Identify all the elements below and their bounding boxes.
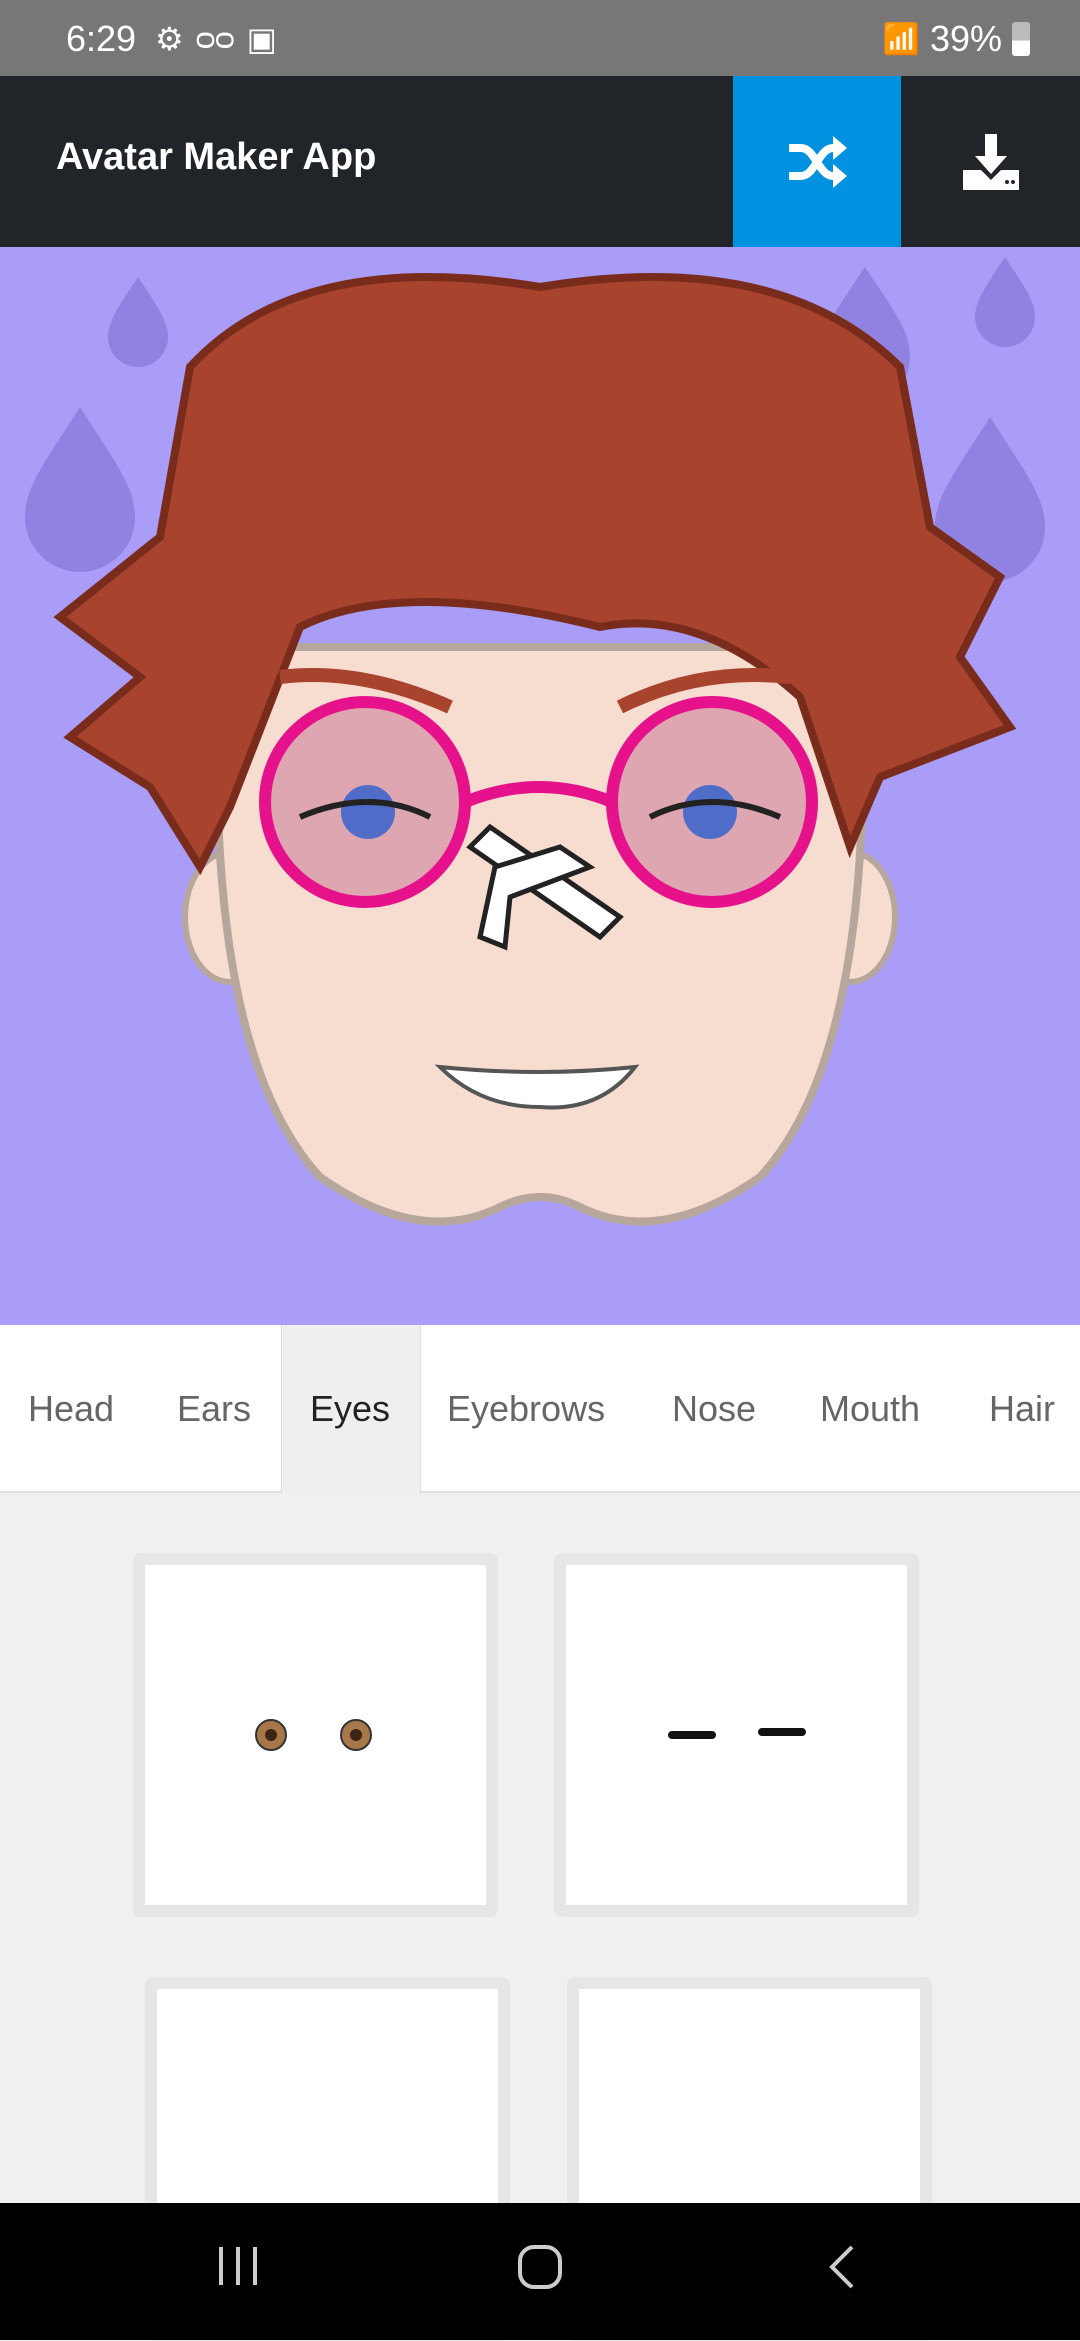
settings-icon: ⚙ xyxy=(155,21,184,57)
navigation-bar xyxy=(0,2203,1080,2340)
home-icon[interactable] xyxy=(516,2243,564,2296)
tab-nose[interactable]: Nose xyxy=(644,1325,784,1493)
recents-icon[interactable] xyxy=(215,2243,261,2294)
app-header: Avatar Maker App xyxy=(0,76,1080,247)
shuffle-icon xyxy=(789,135,847,188)
battery-icon xyxy=(1012,22,1030,56)
image-icon: ▣ xyxy=(246,21,277,57)
tab-eyes[interactable]: Eyes xyxy=(281,1325,421,1493)
avatar-face xyxy=(53,273,1017,1226)
tab-mouth[interactable]: Mouth xyxy=(792,1325,948,1493)
shuffle-button[interactable] xyxy=(733,76,901,247)
wifi-icon: 📶 xyxy=(882,22,920,56)
tab-ears[interactable]: Ears xyxy=(149,1325,279,1493)
eyes-option-2[interactable] xyxy=(554,1553,919,1917)
app-title: Avatar Maker App xyxy=(56,136,377,178)
avatar-preview xyxy=(0,247,1080,1325)
download-button[interactable] xyxy=(901,76,1080,247)
battery-text: 39% xyxy=(929,18,1002,59)
clock: 6:29 xyxy=(66,18,137,59)
status-bar: 6:29 ⚙ ᴑᴑ ▣ 📶 39% xyxy=(0,0,1080,76)
tab-hair[interactable]: Hair xyxy=(961,1325,1080,1493)
back-icon[interactable] xyxy=(826,2243,856,2296)
voicemail-icon: ᴑᴑ xyxy=(195,20,235,56)
download-icon xyxy=(962,133,1019,190)
eyes-option-1[interactable] xyxy=(133,1553,498,1917)
tab-head[interactable]: Head xyxy=(0,1325,142,1493)
tab-eyebrows[interactable]: Eyebrows xyxy=(419,1325,633,1493)
category-tabs: Head Ears Eyes Eyebrows Nose Mouth Hair xyxy=(0,1325,1080,1493)
